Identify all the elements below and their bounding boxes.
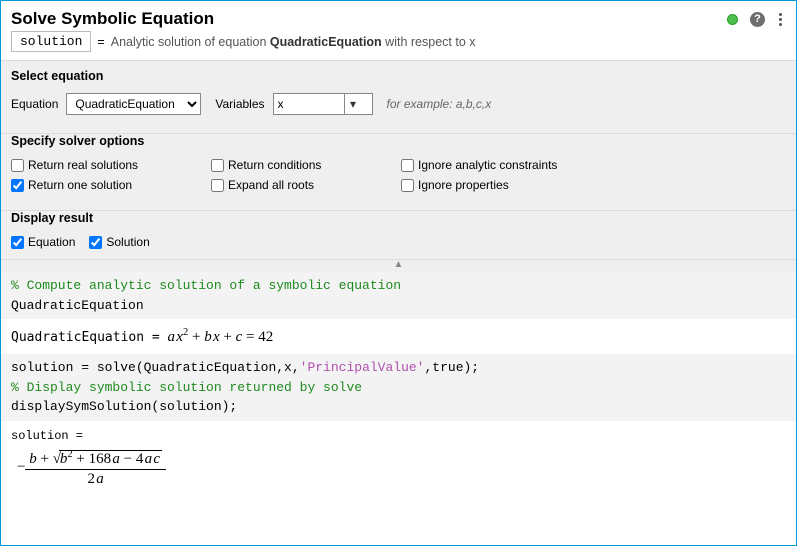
task-panel: Solve Symbolic Equation ? solution = Ana… <box>0 0 797 546</box>
code-line: QuadraticEquation <box>11 296 786 316</box>
section-title-display: Display result <box>11 211 786 225</box>
equation-math: a x2 + b x + c = 42 <box>168 329 274 345</box>
checkbox-expand-roots[interactable]: Expand all roots <box>211 178 401 192</box>
equation-output: QuadraticEquation = a x2 + b x + c = 42 <box>1 319 796 354</box>
checkbox-return-real[interactable]: Return real solutions <box>11 158 211 172</box>
description-text: Analytic solution of equation QuadraticE… <box>111 35 476 49</box>
code-block-1: % Compute analytic solution of a symboli… <box>1 272 796 319</box>
output-description: solution = Analytic solution of equation… <box>1 31 796 60</box>
solution-math: − b + √b2 + 168 a − 4 a c 2 a <box>11 449 786 488</box>
variables-input[interactable] <box>274 94 344 114</box>
checkbox-ignore-properties[interactable]: Ignore properties <box>401 178 661 192</box>
chevron-down-icon[interactable]: ▾ <box>344 94 362 114</box>
equation-dropdown[interactable]: QuadraticEquation <box>66 93 201 115</box>
checkbox-return-conditions[interactable]: Return conditions <box>211 158 401 172</box>
more-menu-icon[interactable] <box>775 11 786 28</box>
code-comment: % Display symbolic solution returned by … <box>11 378 786 398</box>
code-comment: % Compute analytic solution of a symboli… <box>11 276 786 296</box>
code-line: solution = solve(QuadraticEquation,x,'Pr… <box>11 358 786 378</box>
section-title-select: Select equation <box>11 69 786 83</box>
checkbox-display-solution[interactable]: Solution <box>89 235 149 249</box>
equation-label: Equation <box>11 97 58 111</box>
panel-title: Solve Symbolic Equation <box>11 9 727 29</box>
variables-hint: for example: a,b,c,x <box>387 97 492 111</box>
section-title-solver: Specify solver options <box>11 134 786 148</box>
checkbox-return-one[interactable]: Return one solution <box>11 178 211 192</box>
status-indicator-icon <box>727 14 738 25</box>
panel-header: Solve Symbolic Equation ? <box>1 1 796 31</box>
solver-options-section: Specify solver options Return real solut… <box>1 133 796 210</box>
output-variable-box: solution <box>11 31 91 52</box>
code-output-area: % Compute analytic solution of a symboli… <box>1 272 796 496</box>
checkbox-ignore-analytic[interactable]: Ignore analytic constraints <box>401 158 661 172</box>
solution-label: solution = <box>11 429 786 443</box>
checkbox-display-equation[interactable]: Equation <box>11 235 75 249</box>
variables-label: Variables <box>215 97 264 111</box>
help-icon[interactable]: ? <box>750 12 765 27</box>
code-block-2: solution = solve(QuadraticEquation,x,'Pr… <box>1 354 796 421</box>
solution-output: solution = − b + √b2 + 168 a − 4 a c 2 a <box>1 421 796 496</box>
collapse-toggle-icon[interactable]: ▲ <box>1 259 796 272</box>
code-line: displaySymSolution(solution); <box>11 397 786 417</box>
display-result-section: Display result Equation Solution <box>1 210 796 259</box>
equals-sign: = <box>97 35 104 49</box>
variables-combo[interactable]: ▾ <box>273 93 373 115</box>
select-equation-section: Select equation Equation QuadraticEquati… <box>1 60 796 133</box>
